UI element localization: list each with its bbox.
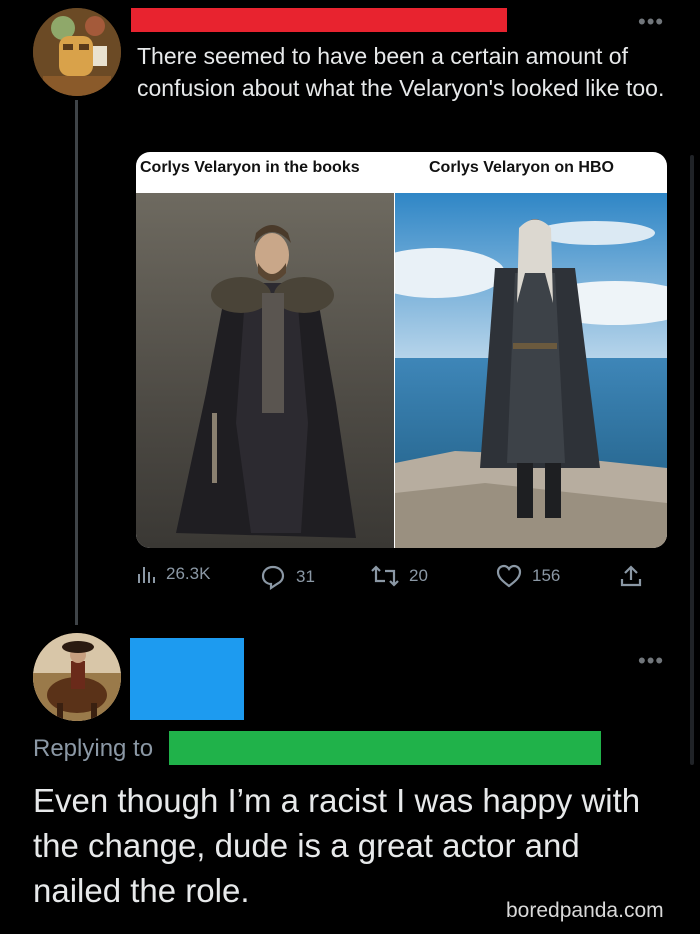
reply-action[interactable]: 31 — [260, 564, 315, 590]
heart-icon — [496, 564, 522, 588]
retweet-action[interactable]: 20 — [371, 564, 428, 588]
reply-count: 31 — [296, 567, 315, 586]
thread-connector-line — [75, 100, 78, 625]
retweet-count: 20 — [409, 566, 428, 585]
watermark: boredpanda.com — [506, 899, 664, 922]
scrollbar[interactable] — [690, 155, 694, 765]
redacted-replying-handle — [169, 731, 601, 765]
reply-icon — [261, 565, 285, 590]
redacted-username — [131, 8, 507, 32]
image-comparison-card[interactable]: Corlys Velaryon in the books Corlys Vela… — [136, 152, 667, 548]
like-count: 156 — [532, 566, 561, 585]
replying-to-label: Replying to — [33, 735, 154, 762]
share-icon — [620, 565, 642, 587]
retweet-icon — [371, 565, 399, 587]
redacted-reply-username — [130, 638, 244, 720]
more-horizontal-icon[interactable]: ••• — [638, 9, 664, 35]
book-illustration-image — [136, 193, 394, 548]
more-horizontal-icon[interactable]: ••• — [638, 648, 664, 674]
views-count: 26.3K — [166, 564, 211, 583]
author-avatar[interactable] — [33, 8, 121, 96]
views-icon — [138, 567, 155, 583]
left-image-caption: Corlys Velaryon in the books — [140, 159, 360, 176]
like-action[interactable]: 156 — [496, 564, 560, 588]
tweet-actions-bar: 26.3K 31 20 156 — [136, 564, 676, 590]
hbo-photo-image — [365, 193, 667, 548]
share-action[interactable] — [620, 564, 652, 588]
views-action[interactable]: 26.3K — [136, 564, 210, 584]
right-image-caption: Corlys Velaryon on HBO — [429, 159, 614, 176]
reply-author-avatar[interactable] — [33, 633, 121, 721]
tweet-text: There seemed to have been a certain amou… — [137, 43, 665, 101]
reply-tweet-text: Even though I’m a racist I was happy wit… — [33, 782, 641, 909]
